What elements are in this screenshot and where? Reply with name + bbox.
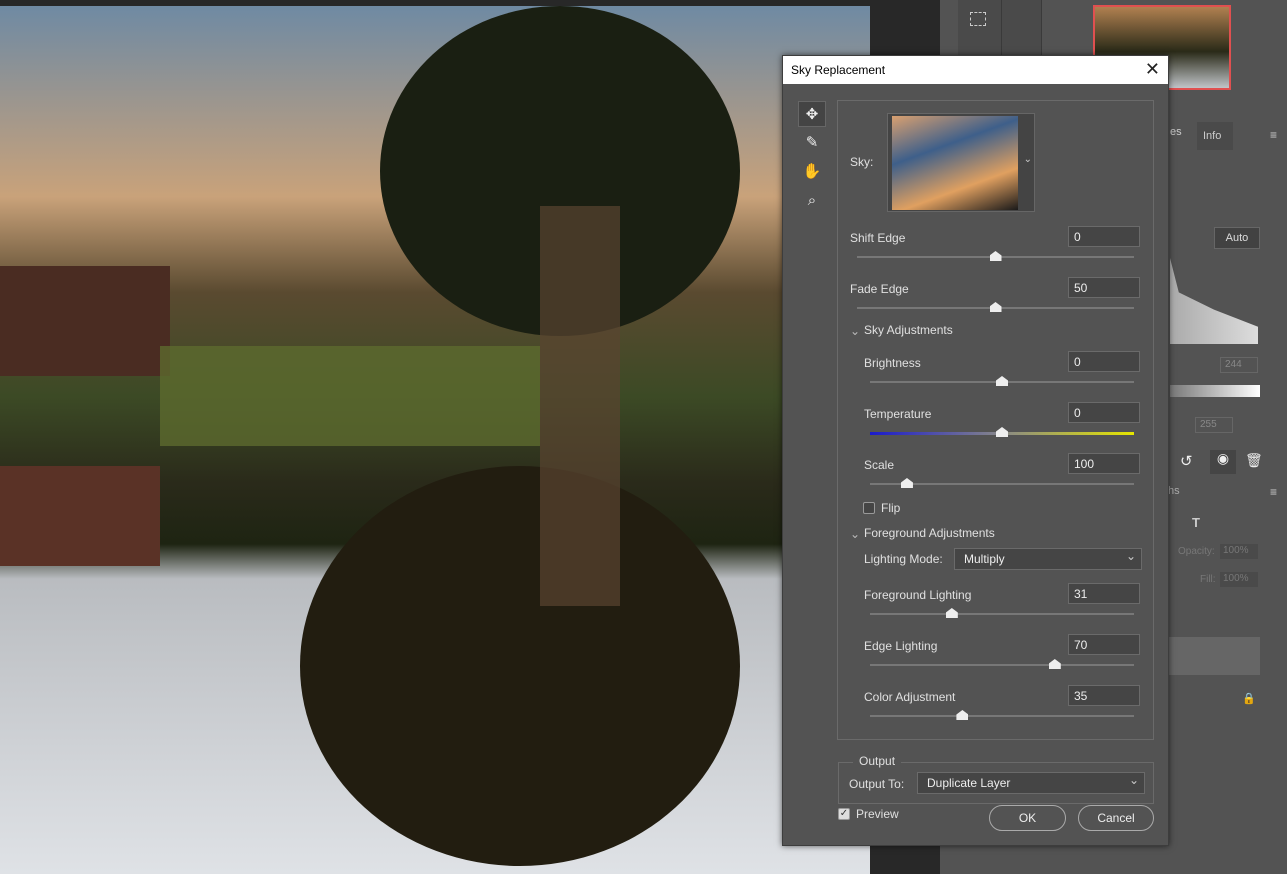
reset-icon[interactable]: ↺ bbox=[1180, 452, 1193, 470]
panel-menu-icon-2[interactable]: ≡ bbox=[1270, 485, 1277, 499]
auto-button[interactable]: Auto bbox=[1214, 227, 1260, 249]
sky-preset-picker[interactable]: ⌄ bbox=[887, 113, 1035, 212]
sky-adjustments-header[interactable]: Sky Adjustments bbox=[864, 323, 953, 337]
fill-field[interactable]: 100% bbox=[1220, 572, 1258, 587]
flip-checkbox[interactable] bbox=[863, 502, 875, 514]
output-value[interactable]: 255 bbox=[1195, 417, 1233, 433]
edge-lighting-slider-thumb[interactable] bbox=[1048, 659, 1061, 669]
scale-label: Scale bbox=[864, 458, 895, 472]
shift-edge-slider-thumb[interactable] bbox=[989, 251, 1002, 261]
tab-partial[interactable]: es bbox=[1170, 117, 1197, 149]
sky-adjustments-chevron-icon[interactable]: ⌄ bbox=[850, 324, 860, 338]
trash-icon[interactable]: 🗑 bbox=[1245, 452, 1263, 469]
fade-edge-label: Fade Edge bbox=[850, 282, 909, 296]
foreground-adjustments-header[interactable]: Foreground Adjustments bbox=[864, 526, 995, 540]
opacity-field[interactable]: 100% bbox=[1220, 544, 1258, 559]
scale-slider[interactable] bbox=[870, 478, 1134, 488]
foreground-lighting-slider-thumb[interactable] bbox=[945, 608, 958, 618]
ok-button[interactable]: OK bbox=[989, 805, 1066, 831]
flip-label: Flip bbox=[881, 501, 901, 515]
type-filter-icon[interactable]: T bbox=[1192, 515, 1200, 530]
settings-panel: Sky: ⌄ Shift Edge 0 Fade Edge 50 Brightn… bbox=[837, 100, 1154, 740]
toolbar-column-2 bbox=[1002, 0, 1042, 55]
brightness-slider[interactable] bbox=[870, 376, 1134, 386]
temperature-slider[interactable] bbox=[870, 427, 1134, 437]
lighting-mode-select[interactable]: Multiply bbox=[954, 548, 1142, 570]
preview-checkbox[interactable]: ✓ bbox=[838, 808, 850, 820]
fade-edge-slider[interactable] bbox=[857, 302, 1134, 312]
document-canvas[interactable] bbox=[0, 6, 870, 874]
temperature-slider-thumb[interactable] bbox=[996, 427, 1008, 437]
scale-input[interactable]: 100 bbox=[1068, 453, 1140, 474]
output-to-select[interactable]: Duplicate Layer bbox=[917, 772, 1145, 794]
opacity-label: Opacity: bbox=[1178, 546, 1215, 557]
output-group: Output Output To: Duplicate Layer bbox=[838, 754, 1154, 804]
fade-edge-input[interactable]: 50 bbox=[1068, 277, 1140, 298]
preview-label: Preview bbox=[856, 807, 899, 821]
shift-edge-slider[interactable] bbox=[857, 251, 1134, 261]
edge-lighting-label: Edge Lighting bbox=[864, 639, 938, 653]
tab-info[interactable]: Info bbox=[1197, 122, 1233, 150]
color-adjustment-input[interactable]: 35 bbox=[1068, 685, 1140, 706]
marquee-icon[interactable] bbox=[970, 12, 986, 26]
fade-edge-slider-thumb[interactable] bbox=[989, 302, 1002, 312]
output-to-label: Output To: bbox=[849, 777, 905, 791]
shift-edge-input[interactable]: 0 bbox=[1068, 226, 1140, 247]
temperature-input[interactable]: 0 bbox=[1068, 402, 1140, 423]
color-adjustment-slider[interactable] bbox=[870, 710, 1134, 720]
brush-icon[interactable]: ✎ bbox=[798, 130, 826, 156]
lock-icon: 🔒 bbox=[1242, 693, 1256, 705]
panel-menu-icon[interactable]: ≡ bbox=[1270, 128, 1277, 142]
foreground-lighting-input[interactable]: 31 bbox=[1068, 583, 1140, 604]
color-adjustment-label: Color Adjustment bbox=[864, 690, 956, 704]
edge-lighting-slider[interactable] bbox=[870, 659, 1134, 669]
input-value[interactable]: 244 bbox=[1220, 357, 1258, 373]
brightness-label: Brightness bbox=[864, 356, 921, 370]
foreground-lighting-label: Foreground Lighting bbox=[864, 588, 972, 602]
sky-label: Sky: bbox=[850, 155, 874, 169]
output-gradient bbox=[1170, 385, 1260, 397]
fill-label: Fill: bbox=[1200, 574, 1216, 585]
move-icon[interactable]: ✥ bbox=[798, 101, 826, 127]
temperature-label: Temperature bbox=[864, 407, 932, 421]
output-legend: Output bbox=[853, 754, 902, 768]
layer-row-selected[interactable] bbox=[1160, 637, 1260, 675]
foreground-lighting-slider[interactable] bbox=[870, 608, 1134, 618]
brightness-slider-thumb[interactable] bbox=[996, 376, 1008, 386]
sky-thumbnail bbox=[892, 116, 1018, 210]
zoom-icon[interactable]: ⌕ bbox=[798, 188, 826, 214]
lighting-mode-label: Lighting Mode: bbox=[864, 552, 943, 566]
foreground-adjustments-chevron-icon[interactable]: ⌄ bbox=[850, 527, 860, 541]
close-icon[interactable]: ✕ bbox=[1145, 59, 1160, 80]
chevron-down-icon[interactable]: ⌄ bbox=[1024, 154, 1032, 165]
cancel-button[interactable]: Cancel bbox=[1078, 805, 1154, 831]
scale-slider-thumb[interactable] bbox=[900, 478, 913, 488]
histogram bbox=[1170, 258, 1258, 344]
visibility-eye-icon[interactable]: ◉ bbox=[1210, 450, 1236, 474]
dialog-title: Sky Replacement bbox=[783, 56, 1168, 84]
hand-icon[interactable]: ✋ bbox=[798, 159, 826, 185]
edge-lighting-input[interactable]: 70 bbox=[1068, 634, 1140, 655]
shift-edge-label: Shift Edge bbox=[850, 231, 906, 245]
sky-replacement-dialog: Sky Replacement ✕ ✥ ✎ ✋ ⌕ Sky: ⌄ Shift E… bbox=[782, 55, 1169, 846]
toolbar-column bbox=[958, 0, 1002, 55]
color-adjustment-slider-thumb[interactable] bbox=[956, 710, 969, 720]
brightness-input[interactable]: 0 bbox=[1068, 351, 1140, 372]
